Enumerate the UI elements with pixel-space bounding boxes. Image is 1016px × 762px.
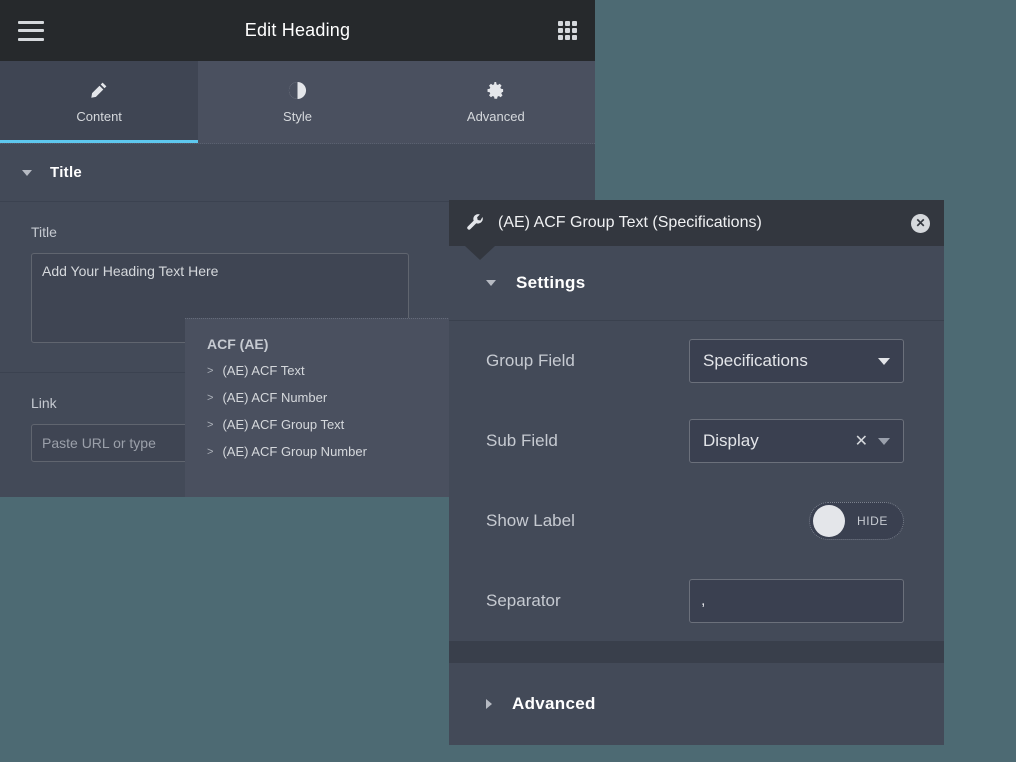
tab-advanced-label: Advanced — [466, 108, 525, 124]
hamburger-icon[interactable] — [18, 20, 44, 41]
chevron-right-icon: > — [207, 418, 214, 431]
chevron-down-icon — [878, 357, 890, 365]
dynamic-tag-settings-popup: (AE) ACF Group Text (Specifications) ✕ S… — [449, 200, 944, 745]
chevron-down-icon — [22, 169, 32, 176]
popup-section-advanced-header[interactable]: Advanced — [449, 663, 944, 745]
acf-menu-item-acf-text[interactable]: > (AE) ACF Text — [185, 357, 450, 384]
chevron-right-icon: > — [207, 391, 214, 404]
show-label-toggle[interactable]: HIDE — [809, 502, 904, 540]
separator-input[interactable] — [689, 579, 904, 623]
popup-section-settings-header[interactable]: Settings — [449, 246, 944, 321]
acf-menu-item-acf-group-text[interactable]: > (AE) ACF Group Text — [185, 411, 450, 438]
close-icon[interactable]: ✕ — [911, 213, 930, 233]
chevron-down-icon — [486, 280, 496, 286]
tab-style-label: Style — [283, 108, 312, 124]
control-group-field: Group Field Specifications — [449, 321, 944, 401]
clear-icon[interactable]: ✕ — [855, 431, 868, 451]
control-separator-label: Separator — [486, 591, 561, 610]
grid-apps-icon[interactable] — [558, 21, 577, 40]
popup-section-settings-label: Settings — [516, 273, 586, 292]
control-sub-field: Sub Field Display ✕ — [449, 401, 944, 481]
sub-field-select[interactable]: Display ✕ — [689, 419, 904, 463]
chevron-right-icon: > — [207, 445, 214, 458]
wrench-icon — [466, 213, 485, 233]
contrast-half-circle-icon — [288, 81, 307, 100]
group-field-value: Specifications — [703, 351, 808, 370]
tab-style[interactable]: Style — [198, 61, 396, 143]
sub-field-value: Display — [703, 431, 759, 450]
chevron-down-icon — [878, 437, 890, 445]
pencil-icon — [90, 81, 108, 100]
page-title: Edit Heading — [244, 20, 351, 40]
gear-icon — [486, 81, 505, 100]
popup-header: (AE) ACF Group Text (Specifications) ✕ — [449, 200, 944, 246]
tab-content[interactable]: Content — [0, 61, 199, 143]
popup-section-gap — [449, 641, 944, 663]
control-group-field-label: Group Field — [486, 351, 575, 370]
popup-pointer — [465, 246, 495, 260]
popup-section-advanced-label: Advanced — [512, 694, 596, 713]
acf-menu-item-label: (AE) ACF Group Text — [222, 417, 345, 432]
section-title-header[interactable]: Title — [0, 144, 595, 202]
control-show-label: Show Label HIDE — [449, 481, 944, 561]
acf-dynamic-tags-menu: ACF (AE) > (AE) ACF Text > (AE) ACF Numb… — [185, 318, 450, 497]
panel-tabs: Content Style Advanced — [0, 61, 595, 144]
acf-menu-item-label: (AE) ACF Number — [222, 390, 328, 405]
acf-menu-item-acf-group-number[interactable]: > (AE) ACF Group Number — [185, 438, 450, 465]
acf-menu-item-acf-number[interactable]: > (AE) ACF Number — [185, 384, 450, 411]
section-title-label: Title — [50, 164, 83, 181]
control-sub-field-label: Sub Field — [486, 431, 558, 450]
control-show-label-label: Show Label — [486, 511, 575, 530]
chevron-right-icon: > — [207, 364, 214, 377]
panel-header: Edit Heading — [0, 0, 595, 61]
chevron-right-icon — [486, 699, 492, 709]
acf-menu-item-label: (AE) ACF Group Number — [222, 444, 367, 459]
acf-menu-item-label: (AE) ACF Text — [222, 363, 305, 378]
tab-advanced[interactable]: Advanced — [397, 61, 595, 143]
tab-content-label: Content — [76, 108, 122, 124]
popup-title: (AE) ACF Group Text (Specifications) — [498, 214, 762, 231]
acf-menu-group-title: ACF (AE) — [207, 336, 269, 352]
group-field-select[interactable]: Specifications — [689, 339, 904, 383]
toggle-state-label: HIDE — [856, 514, 889, 528]
popup-body: Settings Group Field Specifications Sub … — [449, 246, 944, 745]
control-separator: Separator — [449, 561, 944, 641]
toggle-knob — [813, 505, 845, 537]
